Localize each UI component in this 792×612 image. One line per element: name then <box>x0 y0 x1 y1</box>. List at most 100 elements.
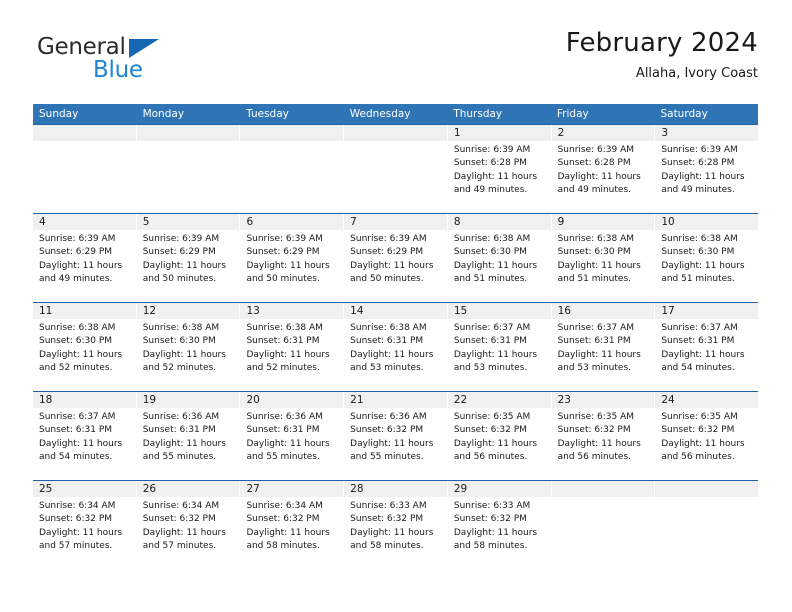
day-number: 13 <box>240 303 344 319</box>
sunset-text: Sunset: 6:29 PM <box>39 247 113 258</box>
day-cell[interactable]: 12 Sunrise: 6:38 AM Sunset: 6:30 PM Dayl… <box>136 303 241 391</box>
day-number: 26 <box>136 481 240 497</box>
sunrise-text: Sunrise: 6:39 AM <box>557 145 635 155</box>
day-cell[interactable]: 7 Sunrise: 6:39 AM Sunset: 6:29 PM Dayli… <box>344 214 448 302</box>
sunrise-text: Sunrise: 6:39 AM <box>39 234 116 244</box>
daylight-text-line1: Daylight: 11 hours <box>350 349 434 360</box>
sunrise-text: Sunrise: 6:39 AM <box>350 234 427 244</box>
day-cell[interactable]: 15 Sunrise: 6:37 AM Sunset: 6:31 PM Dayl… <box>447 303 552 391</box>
day-cell[interactable] <box>136 125 241 213</box>
day-cell[interactable]: 1 Sunrise: 6:39 AM Sunset: 6:28 PM Dayli… <box>447 125 552 213</box>
sunrise-text: Sunrise: 6:38 AM <box>142 323 220 333</box>
daylight-text-line2: and 55 minutes. <box>350 452 424 463</box>
sunrise-text: Sunrise: 6:39 AM <box>142 234 220 244</box>
daylight-text-line1: Daylight: 11 hours <box>661 438 745 449</box>
day-details: Sunrise: 6:35 AM Sunset: 6:32 PM Dayligh… <box>448 408 551 465</box>
sunrise-text: Sunrise: 6:36 AM <box>142 412 220 422</box>
day-cell[interactable]: 26 Sunrise: 6:34 AM Sunset: 6:32 PM Dayl… <box>136 481 241 569</box>
day-cell[interactable]: 8 Sunrise: 6:38 AM Sunset: 6:30 PM Dayli… <box>447 214 552 302</box>
sunset-text: Sunset: 6:30 PM <box>661 247 735 258</box>
day-details: Sunrise: 6:36 AM Sunset: 6:31 PM Dayligh… <box>137 408 240 465</box>
day-number: 1 <box>447 125 551 141</box>
day-cell[interactable]: 5 Sunrise: 6:39 AM Sunset: 6:29 PM Dayli… <box>136 214 241 302</box>
day-details: Sunrise: 6:38 AM Sunset: 6:30 PM Dayligh… <box>137 319 240 376</box>
day-cell[interactable]: 13 Sunrise: 6:38 AM Sunset: 6:31 PM Dayl… <box>240 303 345 391</box>
day-cell[interactable] <box>240 125 345 213</box>
day-cell[interactable]: 16 Sunrise: 6:37 AM Sunset: 6:31 PM Dayl… <box>551 303 656 391</box>
day-cell[interactable]: 6 Sunrise: 6:39 AM Sunset: 6:29 PM Dayli… <box>240 214 345 302</box>
sunrise-text: Sunrise: 6:38 AM <box>453 234 531 244</box>
daylight-text-line2: and 56 minutes. <box>557 452 631 463</box>
day-cell[interactable] <box>344 125 448 213</box>
day-number: 19 <box>136 392 240 408</box>
sunset-text: Sunset: 6:32 PM <box>453 514 527 525</box>
day-number: 23 <box>551 392 655 408</box>
sunset-text: Sunset: 6:30 PM <box>39 336 113 347</box>
daylight-text-line1: Daylight: 11 hours <box>246 527 330 538</box>
day-details: Sunrise: 6:37 AM Sunset: 6:31 PM Dayligh… <box>448 319 551 376</box>
day-cell[interactable]: 3 Sunrise: 6:39 AM Sunset: 6:28 PM Dayli… <box>655 125 759 213</box>
logo-text-blue: Blue <box>93 57 143 83</box>
day-cell[interactable]: 28 Sunrise: 6:33 AM Sunset: 6:32 PM Dayl… <box>344 481 448 569</box>
day-details: Sunrise: 6:35 AM Sunset: 6:32 PM Dayligh… <box>655 408 758 465</box>
day-cell[interactable]: 2 Sunrise: 6:39 AM Sunset: 6:28 PM Dayli… <box>551 125 656 213</box>
day-number <box>240 125 344 141</box>
day-details: Sunrise: 6:34 AM Sunset: 6:32 PM Dayligh… <box>33 497 136 554</box>
day-cell[interactable]: 14 Sunrise: 6:38 AM Sunset: 6:31 PM Dayl… <box>344 303 448 391</box>
day-cell[interactable] <box>551 481 656 569</box>
sunrise-text: Sunrise: 6:37 AM <box>453 323 531 333</box>
day-cell[interactable]: 17 Sunrise: 6:37 AM Sunset: 6:31 PM Dayl… <box>655 303 759 391</box>
day-number: 15 <box>447 303 551 319</box>
day-number: 9 <box>551 214 655 230</box>
day-number <box>344 125 447 141</box>
sunrise-text: Sunrise: 6:39 AM <box>246 234 323 244</box>
day-cell[interactable] <box>655 481 759 569</box>
week-row: 4 Sunrise: 6:39 AM Sunset: 6:29 PM Dayli… <box>33 213 759 302</box>
daylight-text-line1: Daylight: 11 hours <box>453 527 538 538</box>
daylight-text-line2: and 50 minutes. <box>142 274 217 285</box>
sunset-text: Sunset: 6:31 PM <box>453 336 527 347</box>
daylight-text-line1: Daylight: 11 hours <box>453 438 538 449</box>
sunrise-text: Sunrise: 6:36 AM <box>246 412 323 422</box>
day-cell[interactable]: 9 Sunrise: 6:38 AM Sunset: 6:30 PM Dayli… <box>551 214 656 302</box>
sunrise-text: Sunrise: 6:34 AM <box>39 501 116 511</box>
day-details: Sunrise: 6:38 AM Sunset: 6:30 PM Dayligh… <box>552 230 655 287</box>
logo-triangle-icon <box>129 39 159 58</box>
day-cell[interactable]: 27 Sunrise: 6:34 AM Sunset: 6:32 PM Dayl… <box>240 481 345 569</box>
daylight-text-line2: and 49 minutes. <box>39 274 113 285</box>
sunset-text: Sunset: 6:32 PM <box>453 425 527 436</box>
sunrise-text: Sunrise: 6:38 AM <box>246 323 323 333</box>
day-cell[interactable]: 11 Sunrise: 6:38 AM Sunset: 6:30 PM Dayl… <box>33 303 137 391</box>
day-cell[interactable]: 25 Sunrise: 6:34 AM Sunset: 6:32 PM Dayl… <box>33 481 137 569</box>
day-cell[interactable]: 18 Sunrise: 6:37 AM Sunset: 6:31 PM Dayl… <box>33 392 137 480</box>
day-cell[interactable]: 23 Sunrise: 6:35 AM Sunset: 6:32 PM Dayl… <box>551 392 656 480</box>
weekday-header-friday: Friday <box>556 108 589 120</box>
day-cell[interactable]: 21 Sunrise: 6:36 AM Sunset: 6:32 PM Dayl… <box>344 392 448 480</box>
day-cell[interactable]: 10 Sunrise: 6:38 AM Sunset: 6:30 PM Dayl… <box>655 214 759 302</box>
sunrise-text: Sunrise: 6:35 AM <box>661 412 738 422</box>
day-number: 4 <box>33 214 136 230</box>
daylight-text-line2: and 54 minutes. <box>661 363 735 374</box>
sunset-text: Sunset: 6:30 PM <box>557 247 631 258</box>
generalblue-logo[interactable]: General Blue <box>33 26 253 88</box>
day-cell[interactable] <box>33 125 137 213</box>
day-number: 14 <box>344 303 447 319</box>
day-details: Sunrise: 6:36 AM Sunset: 6:32 PM Dayligh… <box>344 408 447 465</box>
day-cell[interactable]: 19 Sunrise: 6:36 AM Sunset: 6:31 PM Dayl… <box>136 392 241 480</box>
day-details: Sunrise: 6:34 AM Sunset: 6:32 PM Dayligh… <box>240 497 343 554</box>
day-cell[interactable]: 29 Sunrise: 6:33 AM Sunset: 6:32 PM Dayl… <box>447 481 552 569</box>
day-cell[interactable]: 20 Sunrise: 6:36 AM Sunset: 6:31 PM Dayl… <box>240 392 345 480</box>
daylight-text-line1: Daylight: 11 hours <box>350 438 434 449</box>
daylight-text-line1: Daylight: 11 hours <box>557 349 641 360</box>
day-cell[interactable]: 24 Sunrise: 6:35 AM Sunset: 6:32 PM Dayl… <box>655 392 759 480</box>
sunset-text: Sunset: 6:31 PM <box>557 336 631 347</box>
day-cell[interactable]: 4 Sunrise: 6:39 AM Sunset: 6:29 PM Dayli… <box>33 214 137 302</box>
day-number: 6 <box>240 214 344 230</box>
sunset-text: Sunset: 6:29 PM <box>142 247 216 258</box>
sunset-text: Sunset: 6:31 PM <box>39 425 113 436</box>
day-details: Sunrise: 6:37 AM Sunset: 6:31 PM Dayligh… <box>33 408 136 465</box>
day-cell[interactable]: 22 Sunrise: 6:35 AM Sunset: 6:32 PM Dayl… <box>447 392 552 480</box>
daylight-text-line2: and 49 minutes. <box>453 185 528 196</box>
sunset-text: Sunset: 6:29 PM <box>246 247 320 258</box>
day-number <box>33 125 136 141</box>
